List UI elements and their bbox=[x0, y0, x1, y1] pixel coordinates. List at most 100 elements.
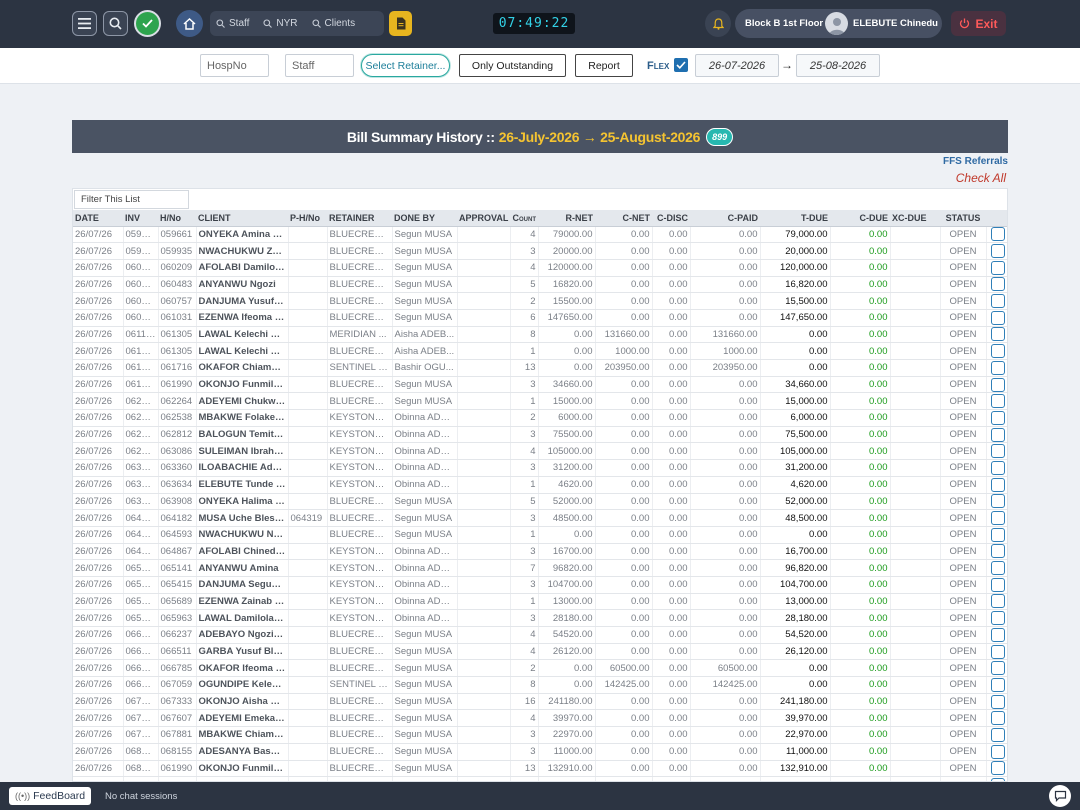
table-row[interactable]: 26/07/26 060894 061031 EZENWA Ifeoma S... BL… bbox=[73, 309, 1007, 327]
row-checkbox[interactable] bbox=[990, 527, 1005, 542]
search-nyr[interactable]: NYR bbox=[263, 18, 298, 29]
table-row[interactable]: 26/07/26 066100 066237 ADEBAYO Ngozi D... BL… bbox=[73, 626, 1007, 644]
row-checkbox[interactable] bbox=[990, 394, 1005, 409]
table-row[interactable]: 26/07/26 060072 060209 AFOLABI Damilola ...… bbox=[73, 259, 1007, 277]
table-row[interactable]: 26/07/26 063771 063908 ONYEKA Halima D... BL… bbox=[73, 493, 1007, 511]
row-checkbox[interactable] bbox=[990, 427, 1005, 442]
row-checkbox[interactable] bbox=[990, 627, 1005, 642]
column-header[interactable]: C-DISC bbox=[652, 210, 690, 227]
select-retainer-button[interactable]: Select Retainer... bbox=[361, 54, 450, 77]
row-checkbox[interactable] bbox=[990, 260, 1005, 275]
table-row[interactable]: 26/07/26 065278 065415 DANJUMA Segun ... KEY… bbox=[73, 576, 1007, 594]
ffs-referrals-link[interactable]: FFS Referrals bbox=[940, 156, 1008, 167]
home-button[interactable] bbox=[176, 10, 203, 37]
row-checkbox[interactable] bbox=[990, 310, 1005, 325]
table-row[interactable]: 26/07/26 066648 066785 OKAFOR Ifeoma Sa... B… bbox=[73, 659, 1007, 678]
row-checkbox[interactable] bbox=[990, 611, 1005, 626]
feedboard-button[interactable]: ((•)) FeedBoard bbox=[9, 787, 92, 805]
column-header[interactable]: XC-DUE bbox=[890, 210, 940, 227]
row-checkbox[interactable] bbox=[990, 277, 1005, 292]
row-checkbox[interactable] bbox=[990, 511, 1005, 526]
column-header[interactable]: DONE BY bbox=[392, 210, 457, 227]
row-checkbox[interactable] bbox=[990, 744, 1005, 759]
exit-button[interactable]: Exit bbox=[951, 11, 1006, 36]
table-row[interactable]: 26/07/26 068018 068155 ADESANYA Bashir ... B… bbox=[73, 743, 1007, 761]
column-header[interactable]: DATE bbox=[73, 210, 123, 227]
row-checkbox[interactable] bbox=[990, 594, 1005, 609]
table-row[interactable]: 26/07/26 062401 062538 MBAKWE Folake S... KE… bbox=[73, 409, 1007, 427]
table-row[interactable]: 26/07/26 063497 063634 ELEBUTE Tunde Joy KEY… bbox=[73, 476, 1007, 494]
column-header[interactable]: RETAINER bbox=[327, 210, 392, 227]
column-header[interactable] bbox=[986, 210, 1007, 227]
row-checkbox[interactable] bbox=[990, 360, 1005, 375]
filter-list-input[interactable] bbox=[74, 190, 189, 209]
table-row[interactable]: 26/07/26 065826 065963 LAWAL Damilola Joy KE… bbox=[73, 609, 1007, 627]
check-all-link[interactable]: Check All bbox=[930, 171, 1006, 185]
row-checkbox[interactable] bbox=[990, 694, 1005, 709]
column-header[interactable]: P-H/No bbox=[288, 210, 327, 227]
row-checkbox[interactable] bbox=[990, 577, 1005, 592]
only-outstanding-button[interactable]: Only Outstanding bbox=[459, 54, 566, 77]
search-clients[interactable]: Clients bbox=[311, 18, 355, 29]
table-row[interactable]: 26/07/26 060346 060483 ANYANWU Ngozi BLUECRE… bbox=[73, 276, 1007, 294]
table-row[interactable]: 26/07/26 065004 065141 ANYANWU Amina KEYSTON… bbox=[73, 559, 1007, 577]
row-checkbox[interactable] bbox=[990, 494, 1005, 509]
column-header[interactable]: R-NET bbox=[538, 210, 595, 227]
row-checkbox[interactable] bbox=[990, 761, 1005, 776]
status-check-button[interactable] bbox=[134, 10, 161, 37]
table-row[interactable]: 26/07/26 059524 059661 ONYEKA Amina Pe... BL… bbox=[73, 226, 1007, 244]
table-row[interactable]: 26/07/26 064045 064182 MUSA Uche Blessing 06… bbox=[73, 509, 1007, 527]
column-header[interactable]: CLIENT bbox=[196, 210, 288, 227]
search-button[interactable] bbox=[103, 11, 128, 36]
row-checkbox[interactable] bbox=[990, 444, 1005, 459]
column-header[interactable]: Count bbox=[510, 210, 538, 227]
table-row[interactable]: 26/07/26 061579 061716 OKAFOR Chiamak... SEN… bbox=[73, 359, 1007, 377]
column-header[interactable]: INV bbox=[123, 210, 158, 227]
flex-checkbox[interactable] bbox=[674, 58, 688, 72]
table-row[interactable]: 26/07/26 060620 060757 DANJUMA Yusuf B... BL… bbox=[73, 292, 1007, 310]
table-row[interactable]: 26/07/26 062949 063086 SULEIMAN Ibrahim... K… bbox=[73, 442, 1007, 461]
table-row[interactable]: 26/07/26 061442 061305 LAWAL Kelechi Gra...… bbox=[73, 342, 1007, 360]
table-row[interactable]: 26/07/26 061853 061990 OKONJO Funmilay... BL… bbox=[73, 376, 1007, 394]
chat-button[interactable] bbox=[1049, 785, 1071, 807]
table-row[interactable]: 26/07/26 062675 062812 BALOGUN Temitop... KE… bbox=[73, 426, 1007, 444]
row-checkbox[interactable] bbox=[990, 294, 1005, 309]
table-row[interactable]: 26/07/26 067744 067881 MBAKWE Chiamak... BLU… bbox=[73, 726, 1007, 744]
row-checkbox[interactable] bbox=[990, 561, 1005, 576]
row-checkbox[interactable] bbox=[990, 661, 1005, 676]
table-row[interactable]: 26/07/26 065552 065689 EZENWA Zainab Jo... K… bbox=[73, 593, 1007, 611]
row-checkbox[interactable] bbox=[990, 410, 1005, 425]
table-row[interactable]: 26/07/26 066374 066511 GARBA Yusuf Bless...… bbox=[73, 643, 1007, 661]
date-from-input[interactable]: 26-07-2026 bbox=[695, 54, 779, 77]
column-header[interactable]: C-NET bbox=[595, 210, 652, 227]
table-row[interactable]: 26/07/26 067470 067607 ADEYEMI Emeka ... BLU… bbox=[73, 709, 1007, 728]
date-to-input[interactable]: 25-08-2026 bbox=[796, 54, 880, 77]
row-checkbox[interactable] bbox=[990, 711, 1005, 726]
row-checkbox[interactable] bbox=[990, 677, 1005, 692]
table-row[interactable]: 26/07/26 068292 061990 OKONJO Funmilay... BL… bbox=[73, 760, 1007, 778]
column-header[interactable]: STATUS bbox=[940, 210, 986, 227]
column-header[interactable]: C-DUE bbox=[830, 210, 890, 227]
table-row[interactable]: 26/07/26 063223 063360 ILOABACHIE Adae... KE… bbox=[73, 459, 1007, 477]
table-row[interactable]: 26/07/26 059798 059935 NWACHUKWU Zai... BLUE… bbox=[73, 242, 1007, 260]
notifications-button[interactable] bbox=[705, 10, 731, 37]
document-button[interactable] bbox=[389, 11, 412, 36]
column-header[interactable]: C-PAID bbox=[690, 210, 760, 227]
column-header[interactable]: H/No bbox=[158, 210, 196, 227]
row-checkbox[interactable] bbox=[990, 244, 1005, 259]
row-checkbox[interactable] bbox=[990, 644, 1005, 659]
table-row[interactable]: 26/07/26 064456 064593 NWACHUKWU Nn... BLUEC… bbox=[73, 526, 1007, 544]
column-header[interactable]: APPROVAL bbox=[457, 210, 510, 227]
table-row[interactable]: 26/07/26 062127 062264 ADEYEMI Chukwu... BLU… bbox=[73, 392, 1007, 411]
hamburger-menu-button[interactable] bbox=[72, 11, 97, 36]
table-row[interactable]: 26/07/26 061168 061305 LAWAL Kelechi Gra...… bbox=[73, 326, 1007, 344]
row-checkbox[interactable] bbox=[990, 477, 1005, 492]
row-checkbox[interactable] bbox=[990, 544, 1005, 559]
hospno-input[interactable] bbox=[200, 54, 269, 77]
report-button[interactable]: Report bbox=[575, 54, 633, 77]
table-row[interactable]: 26/07/26 064730 064867 AFOLABI Chinedu ... K… bbox=[73, 543, 1007, 561]
row-checkbox[interactable] bbox=[990, 227, 1005, 242]
row-checkbox[interactable] bbox=[990, 460, 1005, 475]
column-header[interactable]: T-DUE bbox=[760, 210, 830, 227]
staff-input[interactable] bbox=[285, 54, 354, 77]
